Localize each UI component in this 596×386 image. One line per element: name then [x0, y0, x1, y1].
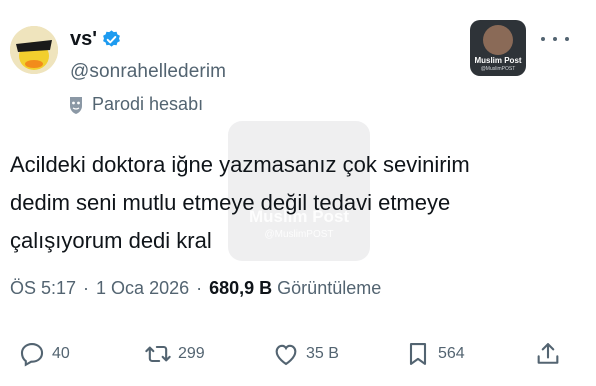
bookmark-button[interactable]: 564: [404, 340, 465, 368]
like-count: 35 B: [306, 345, 339, 362]
reply-button[interactable]: 40: [18, 340, 70, 368]
author-name-row[interactable]: vs': [70, 28, 122, 51]
bookmark-count: 564: [438, 345, 465, 362]
tweet-date[interactable]: 1 Oca 2026: [96, 278, 189, 299]
views-count: 680,9 B: [209, 278, 273, 298]
views-label: Görüntüleme: [277, 278, 382, 298]
avatar[interactable]: [10, 26, 58, 74]
verified-badge-icon: [101, 29, 122, 50]
parody-label-text: Parodi hesabı: [92, 94, 204, 114]
thumbnail-label: Muslim Post: [474, 56, 522, 65]
tweet-meta: ÖS 5:17 · 1 Oca 2026 · 680,9 B Görüntüle…: [10, 278, 381, 299]
repost-count: 299: [178, 345, 205, 362]
tweet-time[interactable]: ÖS 5:17: [10, 278, 76, 299]
more-icon[interactable]: [541, 28, 569, 50]
thumbnail-face: [483, 25, 513, 55]
bookmark-icon: [409, 343, 427, 365]
reply-icon: [20, 343, 44, 367]
like-button[interactable]: 35 B: [272, 340, 339, 368]
thumbnail-sub: @MuslimPOST: [480, 66, 516, 72]
tweet-line: çalışıyorum dedi kral: [10, 228, 212, 253]
parody-mask-icon: [68, 95, 84, 115]
action-bar: 40 299 35 B 564: [0, 336, 596, 372]
share-button[interactable]: [534, 340, 562, 368]
reply-count: 40: [52, 345, 70, 362]
repost-button[interactable]: 299: [144, 340, 205, 368]
author-display-name[interactable]: vs': [70, 28, 97, 51]
meta-separator: ·: [83, 278, 90, 298]
tweet-text: Acildeki doktora iğne yazmasanız çok sev…: [10, 146, 580, 260]
author-handle[interactable]: @sonrahellederim: [70, 61, 226, 83]
parody-label: Parodi hesabı: [68, 94, 203, 115]
repost-icon: [145, 345, 171, 363]
muslim-post-thumbnail: Muslim Post @MuslimPOST: [470, 20, 526, 76]
meta-separator: ·: [196, 278, 203, 298]
tweet-line: dedim seni mutlu etmeye değil tedavi etm…: [10, 190, 451, 215]
share-icon: [537, 343, 559, 364]
like-icon: [275, 344, 297, 366]
tweet-line: Acildeki doktora iğne yazmasanız çok sev…: [10, 152, 470, 177]
avatar-image: [10, 26, 58, 74]
